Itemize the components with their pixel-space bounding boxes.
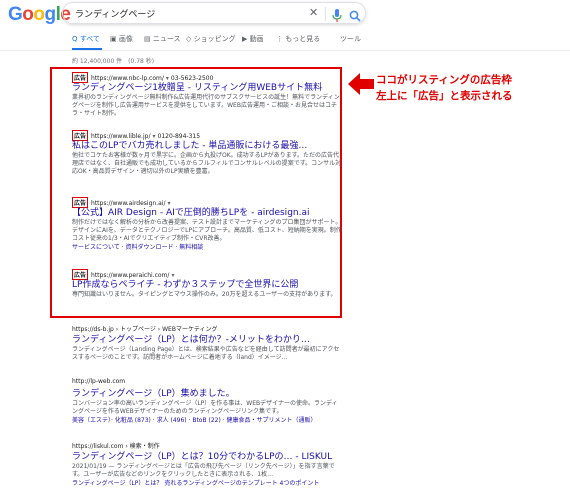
tab-news[interactable]: ▤ ニュース: [144, 34, 181, 44]
search-tabs: Q すべて ▣ 画像 ▤ ニュース ◇ ショッピング ▶ 動画 ⋮ もっと見る …: [72, 34, 392, 48]
ad-result: 広告 https://www.nbc-lp.com/▾ 03-5623-2500 ラ…: [72, 72, 342, 118]
chevron-down-icon[interactable]: ▾: [171, 272, 174, 279]
breadcrumb[interactable]: http://lp-web.com: [72, 378, 342, 388]
tab-shopping[interactable]: ◇ ショッピング: [186, 34, 236, 44]
microphone-icon[interactable]: [332, 7, 342, 26]
divider: [0, 50, 570, 51]
result-url[interactable]: https://www.nbc-lp.com/: [91, 75, 164, 82]
result-title[interactable]: LP作成ならペライチ - わずか３ステップで全世界に公開: [72, 279, 342, 291]
result-description: 2021/01/19 — ランディングページとは「広告の飛び先ページ（リンク先ペ…: [72, 463, 335, 478]
callout-line: ココがリスティングの広告枠: [376, 74, 512, 86]
arrow-left-icon: [348, 73, 374, 95]
google-logo[interactable]: Google: [8, 4, 71, 26]
chevron-down-icon[interactable]: ▾: [167, 200, 170, 207]
sitelinks[interactable]: ランディングページ（LP）とは？ 売れるランディングページのテンプレート 4つの…: [72, 479, 342, 488]
result-title[interactable]: ランディングページ（LP）とは？10分でわかるLPの… - LISKUL: [72, 451, 342, 463]
tab-images[interactable]: ▣ 画像: [110, 34, 133, 44]
sitelinks[interactable]: サービスについて · 資料ダウンロード · 無料相談: [72, 243, 342, 252]
search-box[interactable]: ランディングページ ✕: [62, 2, 366, 24]
result-title[interactable]: ランディングページ1枚贈呈 - リスティング用WEBサイト無料: [72, 82, 342, 94]
search-icon[interactable]: [349, 7, 361, 26]
clear-icon[interactable]: ✕: [309, 6, 318, 19]
result-stats: 約 12,400,000 件 (0.78 秒): [72, 58, 155, 65]
chevron-down-icon[interactable]: ▾: [166, 75, 169, 82]
sitelinks[interactable]: 美容（エステ）· 化粧品 (873) · 求人 (496) · BtoB (22…: [72, 416, 342, 425]
logo-letter: g: [44, 4, 57, 25]
tab-all[interactable]: Q すべて: [72, 34, 100, 44]
result-url[interactable]: https://www.peraichi.com/: [91, 272, 169, 279]
search-input[interactable]: ランディングページ: [75, 7, 155, 20]
result-description: コンバージョン率の高いランディングページ（LP）を作る事は、WEBデザイナーの使…: [72, 400, 338, 415]
tab-videos[interactable]: ▶ 動画: [242, 34, 264, 44]
tab-tools[interactable]: ツール: [340, 34, 361, 44]
ad-result: 広告 https://www.lible.jp/▾ 0120-894-315 私はこ…: [72, 130, 342, 176]
divider: [325, 7, 326, 21]
breadcrumb[interactable]: https://ds-b.jp › トップページ › WEBマーケティング: [72, 324, 342, 334]
phone-number[interactable]: 03-5623-2500: [171, 75, 214, 82]
logo-letter: G: [8, 4, 23, 25]
ad-result: 広告 https://www.peraichi.com/▾ LP作成ならペライチ …: [72, 269, 342, 299]
result-description: 他社でコケたお客様が数ヶ月で黒字に。企画から丸投げOK。成功するLPがあります。…: [72, 152, 342, 175]
result-description: 専門知識はいりません。タイピングとマウス操作のみ。20万を超えるユーザーの支持が…: [72, 291, 337, 298]
phone-number[interactable]: 0120-894-315: [158, 133, 201, 140]
annotation-callout: ココがリスティングの広告枠 左上に「広告」と表示される: [376, 72, 513, 104]
result-description: 業界初のランディングページ無料制作&広告運用代行のサブスクサービスの誕生！無料で…: [72, 94, 340, 117]
ad-result: 広告 https://www.airdesign.ai/▾ 【公式】AIR Des…: [72, 197, 342, 252]
organic-result: http://lp-web.com ランディングページ（LP）集めました。 コン…: [72, 378, 342, 425]
result-url[interactable]: https://www.airdesign.ai/: [91, 200, 165, 207]
result-url[interactable]: https://www.lible.jp/: [91, 133, 151, 140]
result-description: 制作だけではなく解析の分析から改善提案、テスト設計までマーケティングのプロ集団が…: [72, 219, 342, 242]
callout-line: 左上に「広告」と表示される: [376, 90, 513, 102]
breadcrumb[interactable]: https://liskul.com › 検索・制作: [72, 441, 342, 451]
organic-result: https://liskul.com › 検索・制作 ランディングページ（LP）…: [72, 441, 342, 488]
organic-result: https://ds-b.jp › トップページ › WEBマーケティング ラン…: [72, 324, 342, 362]
logo-letter: o: [22, 4, 34, 25]
logo-letter: o: [33, 4, 45, 25]
result-title[interactable]: ランディングページ（LP）とは何か？-メリットをわかり…: [72, 334, 342, 346]
chevron-down-icon[interactable]: ▾: [153, 133, 156, 140]
result-description: ランディングページ（Landing Page）とは、検索結果や広告などを経由して…: [72, 346, 340, 361]
tab-more[interactable]: ⋮ もっと見る: [276, 34, 320, 44]
result-title[interactable]: 私はこのLPでバカ売れしました - 単品通販における最強…: [72, 140, 342, 152]
result-title[interactable]: ランディングページ（LP）集めました。: [72, 388, 342, 400]
result-title[interactable]: 【公式】AIR Design - AIで圧倒的勝ちLPを - airdesign…: [72, 207, 342, 219]
